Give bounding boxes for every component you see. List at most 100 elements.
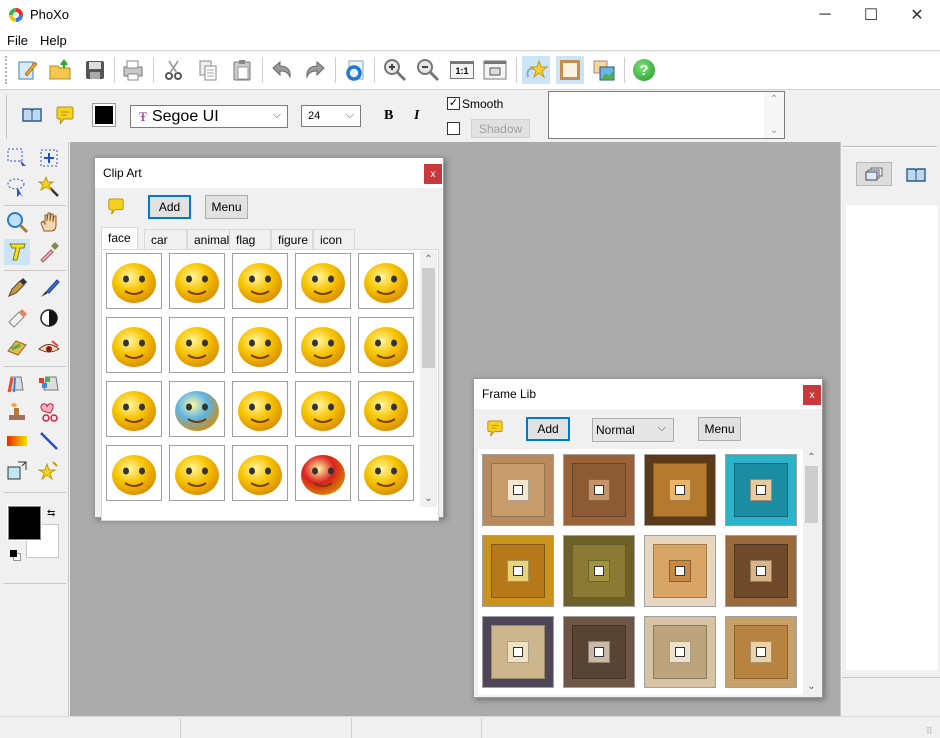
clipart-item-scared[interactable] [106, 445, 162, 501]
history-tab[interactable] [906, 166, 926, 187]
frame-item[interactable] [482, 616, 554, 688]
menu-help[interactable]: Help [40, 33, 67, 48]
text-input-area[interactable]: ⌃ ⌄ [548, 91, 785, 139]
fill-tool[interactable] [4, 370, 30, 396]
cut-shape-tool[interactable] [36, 399, 62, 425]
clipart-scrollbar[interactable]: ⌃ ⌄ [420, 251, 437, 507]
clipart-item-cool[interactable] [169, 317, 225, 373]
frame-item[interactable] [644, 535, 716, 607]
clipart-balloon-button[interactable] [107, 198, 125, 219]
blend-mode-select[interactable]: Normal ⌵ [592, 418, 674, 442]
eraser-tool[interactable] [4, 305, 30, 331]
swap-colors-icon[interactable]: ⇆ [47, 508, 55, 519]
clipart-item-strong[interactable] [232, 381, 288, 437]
zoom-tool[interactable] [4, 209, 30, 235]
move-tool[interactable] [36, 145, 62, 171]
lasso-tool[interactable] [4, 174, 30, 200]
image-gallery-button[interactable] [590, 56, 618, 84]
layers-tab[interactable] [856, 162, 892, 186]
clipart-item-furious[interactable] [106, 381, 162, 437]
scroll-down-icon[interactable]: ⌄ [420, 490, 437, 507]
framelib-add-button[interactable]: Add [526, 417, 570, 441]
undo-button[interactable] [268, 56, 296, 84]
frame-item[interactable] [563, 454, 635, 526]
layers-list[interactable] [846, 205, 938, 670]
tab-animal[interactable]: animal [187, 229, 230, 249]
eyedropper-tool[interactable] [36, 239, 62, 265]
save-button[interactable] [81, 56, 109, 84]
paste-button[interactable] [228, 56, 256, 84]
frame-panel-button[interactable] [556, 56, 584, 84]
framelib-scrollbar[interactable]: ⌃ ⌄ [803, 449, 820, 695]
effect-star-tool[interactable] [36, 458, 62, 484]
tab-car[interactable]: car [144, 229, 187, 249]
frame-item[interactable] [644, 454, 716, 526]
clipart-item-sad[interactable] [358, 381, 414, 437]
scroll-up-icon[interactable]: ⌃ [764, 94, 784, 105]
clipart-close-button[interactable]: x [424, 164, 442, 184]
cut-button[interactable] [160, 56, 188, 84]
tab-flag[interactable]: flag [229, 229, 271, 249]
foreground-color-swatch[interactable] [7, 505, 42, 541]
frame-item[interactable] [725, 535, 797, 607]
framelib-close-button[interactable]: x [803, 385, 821, 405]
rect-select-tool[interactable] [4, 145, 30, 171]
clipart-item-drool[interactable] [169, 445, 225, 501]
scroll-thumb[interactable] [422, 268, 435, 368]
smooth-checkbox[interactable]: ✓ [447, 97, 460, 110]
font-select[interactable]: Ŧ Segoe UI ⌵ [130, 105, 288, 128]
tab-figure[interactable]: figure [271, 229, 313, 249]
frame-item[interactable] [563, 616, 635, 688]
scroll-thumb[interactable] [805, 466, 818, 523]
fit-screen-button[interactable] [481, 56, 509, 84]
clipart-add-button[interactable]: Add [148, 195, 191, 219]
framelib-menu-button[interactable]: Menu [698, 417, 741, 441]
clipart-item-angry-cross[interactable] [358, 317, 414, 373]
help-button[interactable]: ? [630, 56, 658, 84]
minimize-button[interactable]: ─ [802, 0, 848, 30]
tab-face[interactable]: face [101, 227, 138, 249]
toolbar-grip[interactable] [5, 56, 7, 84]
clipart-item-devil[interactable] [295, 445, 351, 501]
contrast-tool[interactable] [36, 305, 62, 331]
redo-button[interactable] [301, 56, 329, 84]
brush-tool[interactable] [36, 275, 62, 301]
zoom-in-button[interactable] [381, 56, 409, 84]
clipart-item-eating[interactable] [358, 445, 414, 501]
print-button[interactable] [119, 56, 147, 84]
tab-icon[interactable]: icon [313, 229, 355, 249]
clipart-item-hit-by-brick[interactable] [295, 253, 351, 309]
frame-item[interactable] [482, 454, 554, 526]
line-tool[interactable] [36, 428, 62, 454]
actual-size-button[interactable]: 1:1 [448, 56, 476, 84]
font-size-select[interactable]: 24 ⌵ [301, 105, 361, 127]
clipart-item-yawn[interactable] [169, 253, 225, 309]
text-scrollbar[interactable]: ⌃ ⌄ [764, 92, 784, 138]
smudge-tool[interactable] [4, 335, 30, 361]
text-balloon-button[interactable] [55, 106, 75, 129]
bold-button[interactable]: B [384, 108, 393, 124]
frame-item[interactable] [725, 616, 797, 688]
reset-colors-button[interactable] [10, 550, 22, 562]
frame-item[interactable] [725, 454, 797, 526]
gradient-tool[interactable] [4, 428, 30, 454]
scroll-down-icon[interactable]: ⌄ [764, 125, 784, 136]
maximize-button[interactable]: ☐ [848, 0, 894, 30]
clipart-item-sleepy[interactable] [232, 253, 288, 309]
italic-button[interactable]: I [414, 108, 419, 124]
magic-wand-tool[interactable] [36, 174, 62, 200]
new-button[interactable] [13, 56, 41, 84]
frame-item[interactable] [563, 535, 635, 607]
red-eye-tool[interactable] [36, 335, 62, 361]
scroll-up-icon[interactable]: ⌃ [803, 449, 820, 466]
resize-grip-icon[interactable]: ⠿ [926, 726, 933, 737]
scroll-down-icon[interactable]: ⌄ [803, 678, 820, 695]
text-tool[interactable] [4, 239, 30, 265]
open-button[interactable] [47, 56, 75, 84]
color-replace-tool[interactable] [36, 370, 62, 396]
pen-tool[interactable] [4, 275, 30, 301]
close-button[interactable]: ✕ [894, 0, 940, 30]
shadow-button[interactable]: Shadow [471, 119, 530, 138]
menu-file[interactable]: File [7, 33, 28, 48]
hand-tool[interactable] [36, 209, 62, 235]
